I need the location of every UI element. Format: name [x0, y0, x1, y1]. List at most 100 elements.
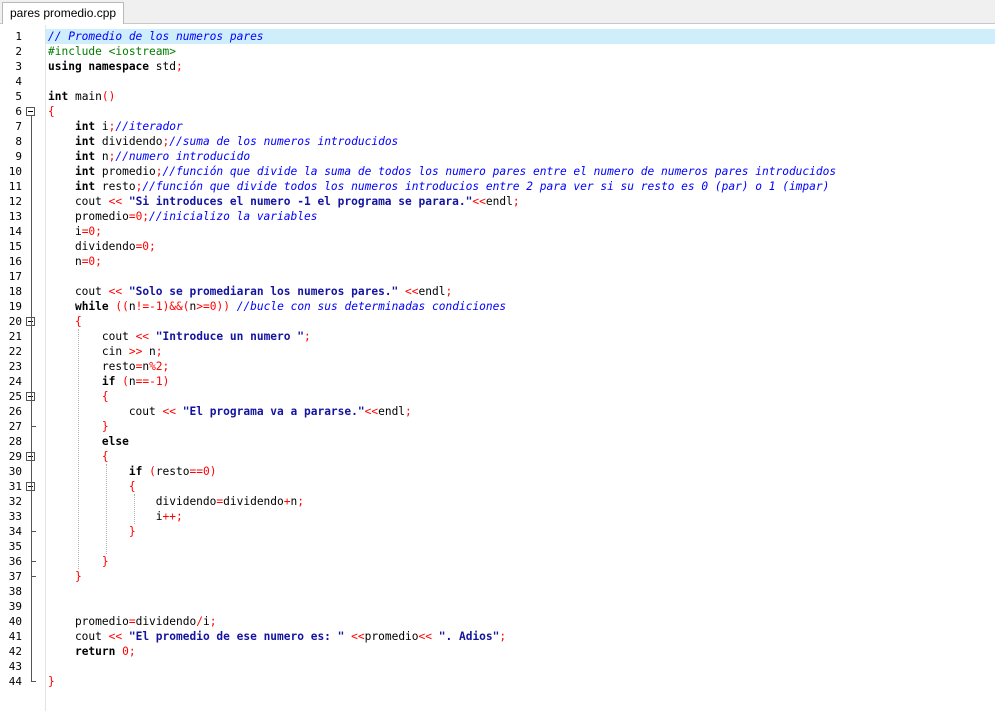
code-token: ==0) [189, 465, 217, 478]
code-area[interactable]: // Promedio de los numeros pares #include… [46, 25, 995, 711]
line-number: 36 [8, 555, 22, 568]
line-number: 41 [8, 630, 22, 643]
code-line[interactable]: cout << "Solo se promediaran los numeros… [46, 284, 995, 299]
code-editor[interactable]: 1 2 3 4 5 6 7 8 9 10 11 12 13 14 15 16 17 18 19 20 21 22 23 24 2… [0, 25, 995, 711]
code-token: >> [128, 345, 143, 358]
code-line[interactable]: int i;//iterador [46, 119, 995, 134]
code-line-text: cout << "Solo se promediaran los numeros… [48, 284, 452, 299]
code-token: int [74, 120, 96, 133]
code-line[interactable]: } [46, 524, 995, 539]
code-line-text: int dividendo;//suma de los numeros intr… [48, 134, 398, 149]
code-token: main [68, 90, 102, 103]
code-line[interactable]: #include <iostream> [46, 44, 995, 59]
code-line[interactable]: i=0; [46, 224, 995, 239]
code-line[interactable]: { [46, 479, 995, 494]
code-line[interactable]: cout << "El programa va a pararse."<<end… [46, 404, 995, 419]
code-line[interactable]: { [46, 104, 995, 119]
code-token: n [128, 375, 136, 388]
code-line[interactable] [46, 659, 995, 674]
code-token: =0; [81, 255, 102, 268]
code-line[interactable]: } [46, 674, 995, 689]
code-line-text: using namespace std; [48, 59, 183, 74]
code-line[interactable]: i++; [46, 509, 995, 524]
code-line[interactable]: // Promedio de los numeros pares [46, 29, 995, 44]
code-line-text: #include <iostream> [48, 44, 176, 59]
code-line[interactable]: } [46, 419, 995, 434]
code-line[interactable]: int promedio;//función que divide la sum… [46, 164, 995, 179]
line-number: 1 [15, 30, 22, 43]
code-line-text: } [48, 524, 136, 539]
code-line[interactable]: { [46, 449, 995, 464]
code-line-text: } [48, 569, 82, 584]
code-token: ( [149, 465, 156, 478]
code-line[interactable]: cout << "Introduce un numero "; [46, 329, 995, 344]
code-token: "Introduce un numero " [155, 330, 304, 343]
code-line[interactable]: cin >> n; [46, 344, 995, 359]
code-token: while [74, 300, 109, 313]
code-line[interactable]: cout << "El promedio de ese numero es: "… [46, 629, 995, 644]
line-number: 4 [15, 75, 22, 88]
code-token: //función que divide la suma de todos lo… [162, 165, 837, 178]
code-line[interactable]: promedio=dividendo/i; [46, 614, 995, 629]
code-token: << [108, 285, 123, 298]
code-line[interactable]: return 0; [46, 644, 995, 659]
code-line[interactable]: if (resto==0) [46, 464, 995, 479]
line-number: 26 [8, 405, 22, 418]
code-token: promedio [364, 630, 419, 643]
code-token: ; [303, 330, 311, 343]
code-line[interactable]: } [46, 554, 995, 569]
code-line[interactable]: promedio=0;//inicializo la variables [46, 209, 995, 224]
code-line[interactable]: int n;//numero introducido [46, 149, 995, 164]
fold-toggle-icon[interactable] [26, 107, 35, 116]
code-line[interactable]: else [46, 434, 995, 449]
code-line[interactable] [46, 269, 995, 284]
code-token: ++; [162, 510, 183, 523]
line-number: 29 [8, 450, 22, 463]
code-token: { [101, 450, 109, 463]
code-line[interactable]: resto=n%2; [46, 359, 995, 374]
code-line[interactable]: { [46, 389, 995, 404]
code-line-text: if (resto==0) [48, 464, 217, 479]
line-number: 14 [8, 225, 22, 238]
code-token: n [128, 300, 136, 313]
line-number: 16 [8, 255, 22, 268]
code-line[interactable]: int dividendo;//suma de los numeros intr… [46, 134, 995, 149]
tab-pares-promedio[interactable]: pares promedio.cpp [2, 2, 125, 24]
code-token: //inicializo la variables [149, 210, 318, 223]
code-line[interactable]: cout << "Si introduces el numero -1 el p… [46, 194, 995, 209]
code-line[interactable]: if (n==-1) [46, 374, 995, 389]
code-line[interactable]: while ((n!=-1)&&(n>=0)) //bucle con sus … [46, 299, 995, 314]
code-line[interactable]: dividendo=dividendo+n; [46, 494, 995, 509]
code-line[interactable]: n=0; [46, 254, 995, 269]
code-line[interactable] [46, 74, 995, 89]
code-line[interactable] [46, 539, 995, 554]
code-line[interactable]: dividendo=0; [46, 239, 995, 254]
code-token: { [101, 390, 109, 403]
code-token: ; [512, 195, 520, 208]
line-number: 44 [8, 675, 22, 688]
code-line[interactable]: { [46, 314, 995, 329]
code-token: cin [48, 345, 129, 358]
code-line[interactable]: int main() [46, 89, 995, 104]
code-token: "El promedio de ese numero es: " [128, 630, 345, 643]
line-number: 23 [8, 360, 22, 373]
code-token: dividendo [48, 495, 217, 508]
code-line[interactable]: int resto;//función que divide todos los… [46, 179, 995, 194]
line-number: 9 [15, 150, 22, 163]
code-token: =0; [135, 240, 156, 253]
line-number: 22 [8, 345, 22, 358]
code-line[interactable] [46, 584, 995, 599]
code-line[interactable] [46, 599, 995, 614]
line-number: 42 [8, 645, 22, 658]
code-line[interactable]: using namespace std; [46, 59, 995, 74]
code-line[interactable]: } [46, 569, 995, 584]
line-number: 31 [8, 480, 22, 493]
code-token: if [101, 375, 116, 388]
code-token: ( [122, 375, 129, 388]
code-line-text: promedio=dividendo/i; [48, 614, 217, 629]
